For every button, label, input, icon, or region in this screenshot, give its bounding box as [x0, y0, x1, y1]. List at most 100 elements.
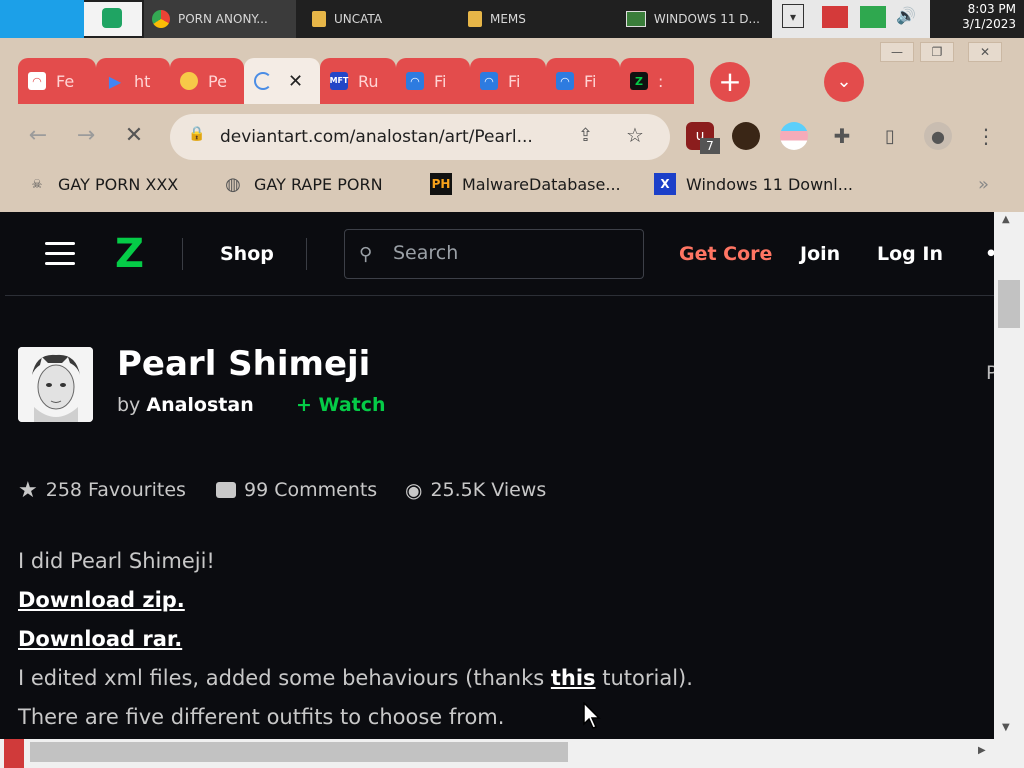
taskbar-windows11[interactable]: WINDOWS 11 D... — [618, 0, 768, 38]
profile-extension-icon[interactable] — [732, 122, 760, 150]
back-button[interactable]: ← — [26, 124, 50, 148]
taskbar: PORN ANONY... UNCATA MEMS WINDOWS 11 D..… — [0, 0, 1024, 38]
x-icon: X — [654, 173, 676, 195]
deviantart-page: Z Shop ⚲ Search Get Core Join Log In • P… — [5, 212, 994, 739]
tab-active[interactable]: ✕ — [244, 58, 320, 104]
watch-button[interactable]: + Watch — [296, 394, 386, 420]
file-icon: ◠ — [480, 72, 498, 90]
forward-button[interactable]: → — [74, 124, 98, 148]
divider — [306, 238, 307, 270]
get-core-link[interactable]: Get Core — [679, 240, 772, 268]
horizontal-scroll-thumb[interactable] — [30, 742, 568, 762]
tab-3[interactable]: Pe — [170, 58, 244, 104]
address-bar[interactable]: 🔒 deviantart.com/analostan/art/Pearl... … — [170, 114, 670, 160]
close-window-button[interactable]: ✕ — [968, 42, 1002, 62]
kebab-menu-icon[interactable]: ⋮ — [972, 122, 1000, 150]
tab-label: : — [658, 71, 664, 91]
line4-post: tutorial). — [595, 666, 693, 690]
volume-icon[interactable]: 🔊 — [896, 6, 922, 28]
screen-icon — [626, 11, 646, 27]
tray-chevron-icon[interactable]: ▾ — [782, 4, 804, 28]
divider — [182, 238, 183, 270]
minimize-button[interactable]: — — [880, 42, 914, 62]
taskbar-folder-uncata[interactable]: UNCATA — [304, 0, 454, 38]
globe-icon: ◍ — [225, 173, 241, 195]
taskbar-item-label: WINDOWS 11 D... — [653, 12, 760, 26]
scroll-up-icon[interactable]: ▲ — [1002, 214, 1010, 225]
shop-link[interactable]: Shop — [220, 240, 274, 268]
stop-loading-button[interactable]: ✕ — [122, 124, 146, 148]
tray-app-icon[interactable] — [860, 6, 886, 28]
comments-stat[interactable]: 99 Comments — [216, 477, 377, 503]
bookmarks-overflow[interactable]: » — [978, 174, 989, 195]
bookmarks-bar: ☠ GAY PORN XXX ◍ GAY RAPE PORN PH Malwar… — [0, 160, 1024, 212]
cursor-icon — [583, 701, 601, 729]
tab-search-button[interactable]: ⌄ — [824, 62, 864, 102]
share-icon[interactable]: ⇪ — [578, 125, 602, 149]
vertical-scrollbar[interactable]: ▲ ▼ — [994, 212, 1024, 739]
right-edge-text: P — [986, 362, 994, 384]
bookmark-2[interactable]: ◍ GAY RAPE PORN — [222, 170, 382, 198]
browser-chrome: ◠ Fe ▶ ht Pe ✕ MFT Ru ◠ Fi ◠ Fi ◠ Fi Z:… — [0, 38, 1024, 212]
description-line-1: I did Pearl Shimeji! — [18, 549, 215, 573]
search-box[interactable]: ⚲ Search — [344, 229, 644, 279]
tab-2[interactable]: ▶ ht — [96, 58, 170, 104]
puzzle-icon[interactable]: ✚ — [828, 122, 856, 150]
download-rar-link[interactable]: Download rar. — [18, 627, 182, 651]
scroll-marker — [4, 739, 24, 768]
profile-icon[interactable]: ● — [924, 122, 952, 150]
search-placeholder[interactable]: Search — [393, 242, 458, 266]
tab-1[interactable]: ◠ Fe — [18, 58, 96, 104]
tab-9[interactable]: Z : — [620, 58, 694, 104]
author-link[interactable]: Analostan — [146, 394, 253, 416]
search-icon: ⚲ — [359, 244, 373, 265]
views-count: 25.5K Views — [430, 479, 547, 501]
mouse-cursor — [583, 701, 601, 730]
tab-5[interactable]: MFT Ru — [320, 58, 396, 104]
taskbar-app-sheets[interactable] — [84, 2, 142, 36]
lock-icon: 🔒 — [188, 126, 206, 142]
vertical-scroll-thumb[interactable] — [998, 280, 1020, 328]
sheets-icon — [102, 8, 122, 28]
star-icon[interactable]: ☆ — [626, 123, 650, 147]
flag-extension-icon[interactable] — [780, 122, 808, 150]
taskbar-chrome[interactable]: PORN ANONY... — [144, 0, 296, 38]
taskbar-app-icon[interactable] — [0, 0, 84, 38]
url-text[interactable]: deviantart.com/analostan/art/Pearl... — [220, 127, 570, 149]
favourites-stat[interactable]: ★ 258 Favourites — [18, 477, 186, 503]
description-line-5: There are five different outfits to choo… — [18, 705, 505, 729]
skull-icon: ☠ — [31, 177, 43, 191]
tutorial-link[interactable]: this — [551, 666, 596, 690]
join-link[interactable]: Join — [800, 240, 840, 268]
tab-7[interactable]: ◠ Fi — [470, 58, 546, 104]
log-in-link[interactable]: Log In — [877, 240, 943, 268]
watch-label: Watch — [318, 394, 386, 416]
sidepanel-icon[interactable]: ▯ — [876, 122, 904, 150]
deviantart-logo[interactable]: Z — [115, 232, 151, 276]
taskbar-folder-mems[interactable]: MEMS — [460, 0, 610, 38]
bookmark-label: Windows 11 Downl... — [686, 174, 853, 194]
tab-label: Fi — [508, 71, 521, 91]
author-avatar[interactable] — [18, 347, 93, 422]
byline: by Analostan — [117, 394, 254, 420]
download-zip-link[interactable]: Download zip. — [18, 588, 185, 612]
bookmark-1[interactable]: ☠ GAY PORN XXX — [26, 170, 179, 198]
bookmark-3[interactable]: PH MalwareDatabase... — [430, 170, 621, 198]
mario-icon — [180, 72, 198, 90]
horizontal-scrollbar[interactable]: ▶ — [0, 739, 1024, 768]
deviation-title: Pearl Shimeji — [117, 344, 371, 384]
clock-time: 8:03 PM — [967, 2, 1016, 16]
scroll-down-icon[interactable]: ▼ — [1002, 722, 1010, 733]
bookmark-4[interactable]: X Windows 11 Downl... — [654, 170, 853, 198]
tray-app-icon[interactable] — [822, 6, 848, 28]
menu-icon[interactable] — [45, 242, 75, 265]
scroll-right-icon[interactable]: ▶ — [978, 745, 986, 756]
maximize-button[interactable]: ❐ — [920, 42, 954, 62]
tab-6[interactable]: ◠ Fi — [396, 58, 470, 104]
tab-label: Ru — [358, 71, 379, 91]
more-menu[interactable]: • — [985, 240, 994, 268]
tab-8[interactable]: ◠ Fi — [546, 58, 620, 104]
clock[interactable]: 8:03 PM 3/1/2023 — [936, 2, 1016, 36]
new-tab-button[interactable]: + — [710, 62, 750, 102]
tab-close-icon[interactable]: ✕ — [288, 71, 303, 92]
